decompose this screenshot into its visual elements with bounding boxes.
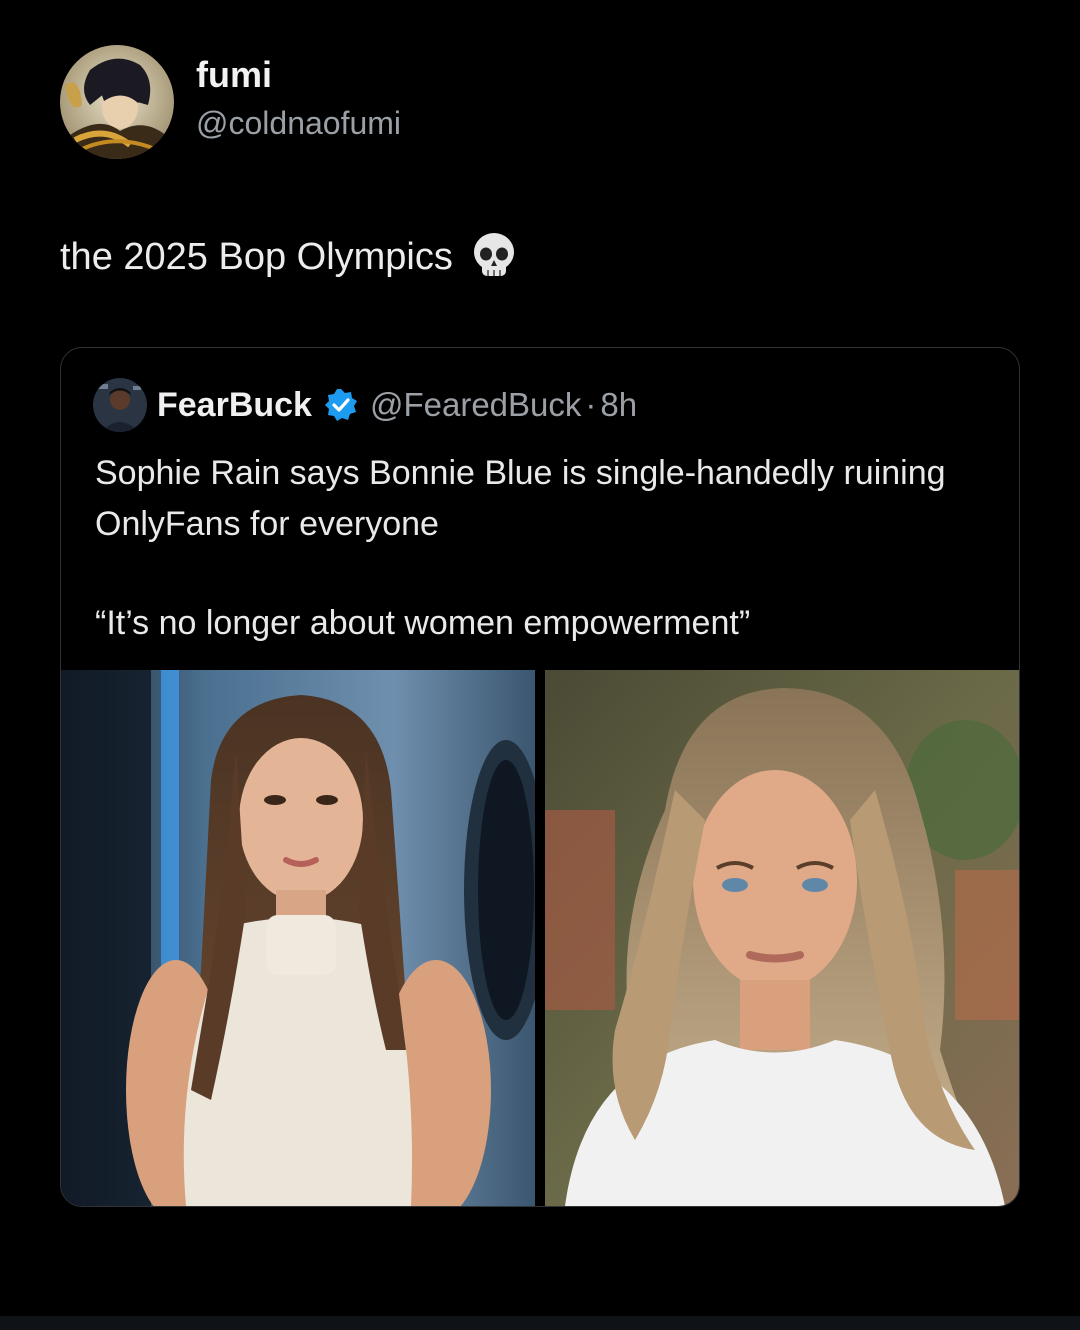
left-photo[interactable] — [61, 670, 535, 1206]
quoted-author-name[interactable]: FearBuck — [157, 386, 312, 425]
quoted-author-avatar[interactable] — [93, 378, 147, 432]
tweet-text-content: the 2025 Bop Olympics — [60, 236, 453, 278]
quoted-tweet-card[interactable]: FearBuck @FearedBuck · 8h Sophie Rain sa… — [60, 347, 1020, 1207]
tweet-header: fumi @coldnaofumi — [60, 45, 401, 159]
quoted-tweet-quote-line: “It’s no longer about women empowerment” — [95, 604, 751, 642]
verified-badge-icon — [324, 388, 358, 422]
tweet-text: the 2025 Bop Olympics — [60, 232, 517, 282]
meta-separator: · — [585, 386, 597, 423]
author-names: fumi @coldnaofumi — [196, 53, 401, 145]
author-handle[interactable]: @coldnaofumi — [196, 101, 401, 145]
quoted-media-grid — [61, 670, 1019, 1206]
author-avatar[interactable] — [60, 45, 174, 159]
quoted-author-handle[interactable]: @FearedBuck — [370, 386, 581, 424]
right-photo[interactable] — [545, 670, 1019, 1206]
author-display-name[interactable]: fumi — [196, 53, 401, 97]
skull-icon — [471, 232, 517, 282]
quoted-tweet-header: FearBuck @FearedBuck · 8h — [93, 378, 637, 432]
bottom-bar — [0, 1316, 1080, 1330]
quoted-timestamp[interactable]: 8h — [600, 386, 637, 424]
quoted-tweet-body: Sophie Rain says Bonnie Blue is single-h… — [95, 454, 946, 543]
screenshot-page: fumi @coldnaofumi the 2025 Bop Olympics — [0, 0, 1080, 1330]
